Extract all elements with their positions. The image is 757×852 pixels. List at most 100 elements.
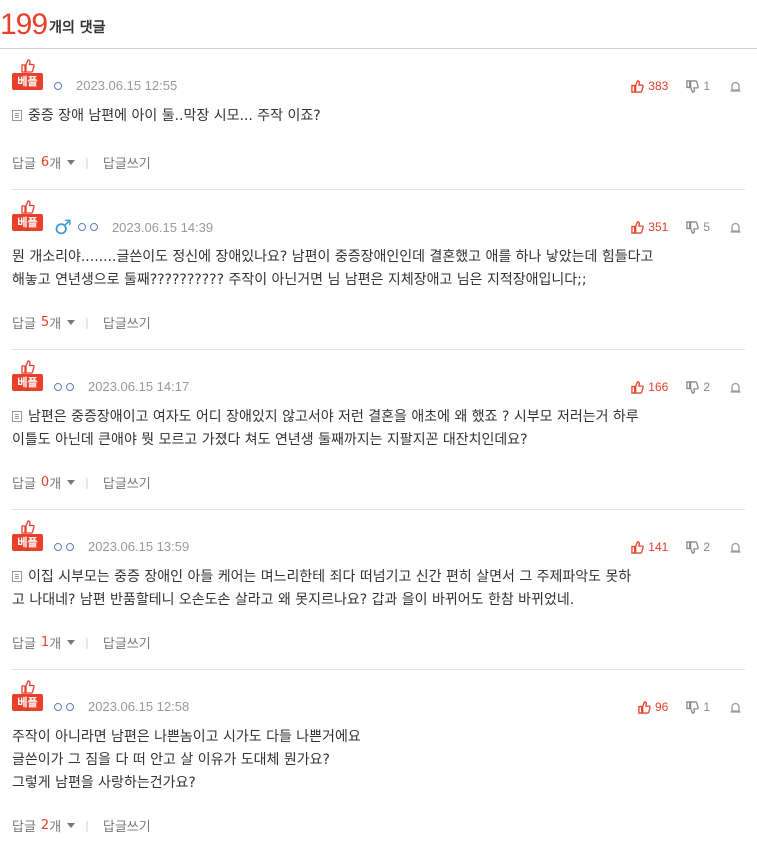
comment-item: 베플 2023.06.15 12:55 383 1 중증 장애 남편에 아이 둘… [12, 49, 745, 190]
comment-body: 뭔 개소리야........글쓴이도 정신에 장애있나요? 남편이 중증장애인인… [12, 246, 745, 307]
comment-text: 고 나대네? 남편 반품할테니 오손도손 살라고 왜 못지르나요? 갑과 을이 … [12, 592, 575, 608]
best-badge-label: 베플 [12, 73, 43, 90]
upvote-button[interactable]: 351 [631, 220, 668, 234]
write-reply-button[interactable]: 답글쓰기 [103, 816, 151, 835]
document-icon [12, 411, 22, 422]
reply-toggle-label[interactable]: 답글 [12, 313, 36, 332]
author-info: 2023.06.15 14:17 [54, 379, 189, 394]
reply-count-unit[interactable]: 개 [49, 633, 61, 652]
level-circle-icon [54, 81, 62, 90]
comment-text-line: 고 나대네? 남편 반품할테니 오손도손 살라고 왜 못지르나요? 갑과 을이 … [12, 589, 741, 612]
report-button[interactable] [730, 382, 745, 393]
comment-item: 베플 2023.06.15 12:58 96 1 주작이 아니라면 남편은 나쁜… [12, 670, 745, 852]
comment-text: 해놓고 연년생으로 둘째?????????? 주작이 아닌거면 님 남편은 지체… [12, 272, 587, 288]
upvote-count: 351 [648, 220, 669, 234]
level-circle-icon [54, 542, 62, 551]
thumbs-down-icon [686, 380, 700, 394]
best-badge-label: 베플 [12, 374, 43, 391]
write-reply-button[interactable]: 답글쓰기 [103, 313, 151, 332]
comment-text: 남편은 중증장애이고 여자도 어디 장애있지 않고서야 저런 결혼을 애초에 왜… [28, 409, 639, 425]
comment-text-line: 뭔 개소리야........글쓴이도 정신에 장애있나요? 남편이 중증장애인인… [12, 246, 741, 269]
author-info: 2023.06.15 12:55 [54, 78, 177, 93]
report-icon [730, 222, 741, 233]
comments-header: 199 개의 댓글 [0, 0, 757, 49]
reply-count[interactable]: 5 [41, 315, 49, 330]
chevron-down-icon[interactable] [67, 159, 76, 165]
comment-text: 이집 시부모는 중증 장애인 아들 케어는 며느리한테 죄다 떠넘기고 신간 편… [28, 569, 632, 585]
comment-footer: 답글 1 개 | 답글쓰기 [12, 627, 745, 669]
chevron-down-icon[interactable] [67, 479, 76, 485]
comment-meta: 베플 2023.06.15 12:58 96 1 [12, 680, 745, 726]
report-icon [730, 702, 741, 713]
upvote-button[interactable]: 96 [638, 700, 668, 714]
vote-area: 141 2 [631, 540, 745, 554]
downvote-button[interactable]: 5 [686, 220, 710, 234]
upvote-button[interactable]: 383 [631, 79, 668, 93]
reply-count-unit[interactable]: 개 [49, 153, 61, 172]
reply-count[interactable]: 6 [41, 155, 49, 170]
reply-count-unit[interactable]: 개 [49, 313, 61, 332]
thumbs-up-icon [20, 520, 35, 534]
write-reply-button[interactable]: 답글쓰기 [103, 473, 151, 492]
thumbs-down-icon [686, 220, 700, 234]
reply-toggle-label[interactable]: 답글 [12, 153, 36, 172]
comment-item: 베플 2023.06.15 14:17 166 2 남편은 중증장애이고 여자도… [12, 350, 745, 510]
downvote-button[interactable]: 1 [686, 79, 710, 93]
chevron-down-icon[interactable] [67, 639, 76, 645]
reply-count-unit[interactable]: 개 [49, 816, 61, 835]
report-button[interactable] [730, 81, 745, 92]
reply-count-unit[interactable]: 개 [49, 473, 61, 492]
level-circle-icon [66, 702, 74, 711]
vote-area: 166 2 [631, 380, 745, 394]
best-badge: 베플 [12, 59, 43, 90]
best-badge-label: 베플 [12, 694, 43, 711]
chevron-down-icon[interactable] [67, 822, 76, 828]
report-button[interactable] [730, 542, 745, 553]
comment-footer: 답글 5 개 | 답글쓰기 [12, 307, 745, 349]
divider: | [85, 155, 89, 169]
comment-date: 2023.06.15 13:59 [88, 539, 190, 554]
downvote-button[interactable]: 2 [686, 380, 710, 394]
author-info: 2023.06.15 13:59 [54, 539, 189, 554]
level-circle-icon [66, 542, 74, 551]
vote-area: 383 1 [631, 79, 745, 93]
comment-text-line: 이집 시부모는 중증 장애인 아들 케어는 며느리한테 죄다 떠넘기고 신간 편… [12, 566, 741, 589]
write-reply-button[interactable]: 답글쓰기 [103, 633, 151, 652]
reply-toggle-label[interactable]: 답글 [12, 473, 36, 492]
upvote-button[interactable]: 141 [631, 540, 668, 554]
level-circle-icon [77, 223, 86, 231]
author-info: ♂ 2023.06.15 14:39 [54, 217, 213, 237]
upvote-count: 141 [648, 540, 669, 554]
comment-text: 주작이 아니라면 남편은 나쁜놈이고 시가도 다들 나쁜거에요 [12, 729, 361, 745]
level-icons [54, 700, 78, 714]
reply-toggle-label[interactable]: 답글 [12, 633, 36, 652]
comment-meta: 베플 2023.06.15 14:17 166 2 [12, 360, 745, 406]
thumbs-up-icon [631, 540, 645, 554]
downvote-count: 2 [703, 380, 710, 394]
reply-count[interactable]: 1 [41, 635, 49, 650]
best-badge: 베플 [12, 680, 43, 711]
comment-footer: 답글 2 개 | 답글쓰기 [12, 810, 745, 852]
vote-area: 96 1 [638, 700, 745, 714]
reply-count[interactable]: 0 [41, 475, 49, 490]
reply-toggle-label[interactable]: 답글 [12, 816, 36, 835]
comment-date: 2023.06.15 12:55 [76, 78, 178, 93]
level-circle-icon [54, 702, 62, 711]
comment-text-line: 그렇게 남편을 사랑하는건가요? [12, 772, 741, 795]
report-button[interactable] [730, 222, 745, 233]
downvote-button[interactable]: 1 [686, 700, 710, 714]
comment-text-line: 글쓴이가 그 짐을 다 떠 안고 살 이유가 도대체 뭔가요? [12, 749, 741, 772]
report-button[interactable] [730, 702, 745, 713]
comment-date: 2023.06.15 14:17 [88, 379, 190, 394]
reply-count[interactable]: 2 [41, 818, 49, 833]
comment-text: 중증 장애 남편에 아이 둘..막장 시모... 주작 이죠? [28, 108, 321, 124]
write-reply-button[interactable]: 답글쓰기 [103, 153, 151, 172]
upvote-button[interactable]: 166 [631, 380, 668, 394]
best-badge-label: 베플 [12, 214, 43, 231]
downvote-count: 2 [703, 540, 710, 554]
downvote-count: 1 [703, 700, 710, 714]
downvote-button[interactable]: 2 [686, 540, 710, 554]
comment-meta: 베플 2023.06.15 13:59 141 2 [12, 520, 745, 566]
comment-text-line: 중증 장애 남편에 아이 둘..막장 시모... 주작 이죠? [12, 105, 741, 128]
chevron-down-icon[interactable] [67, 319, 76, 325]
